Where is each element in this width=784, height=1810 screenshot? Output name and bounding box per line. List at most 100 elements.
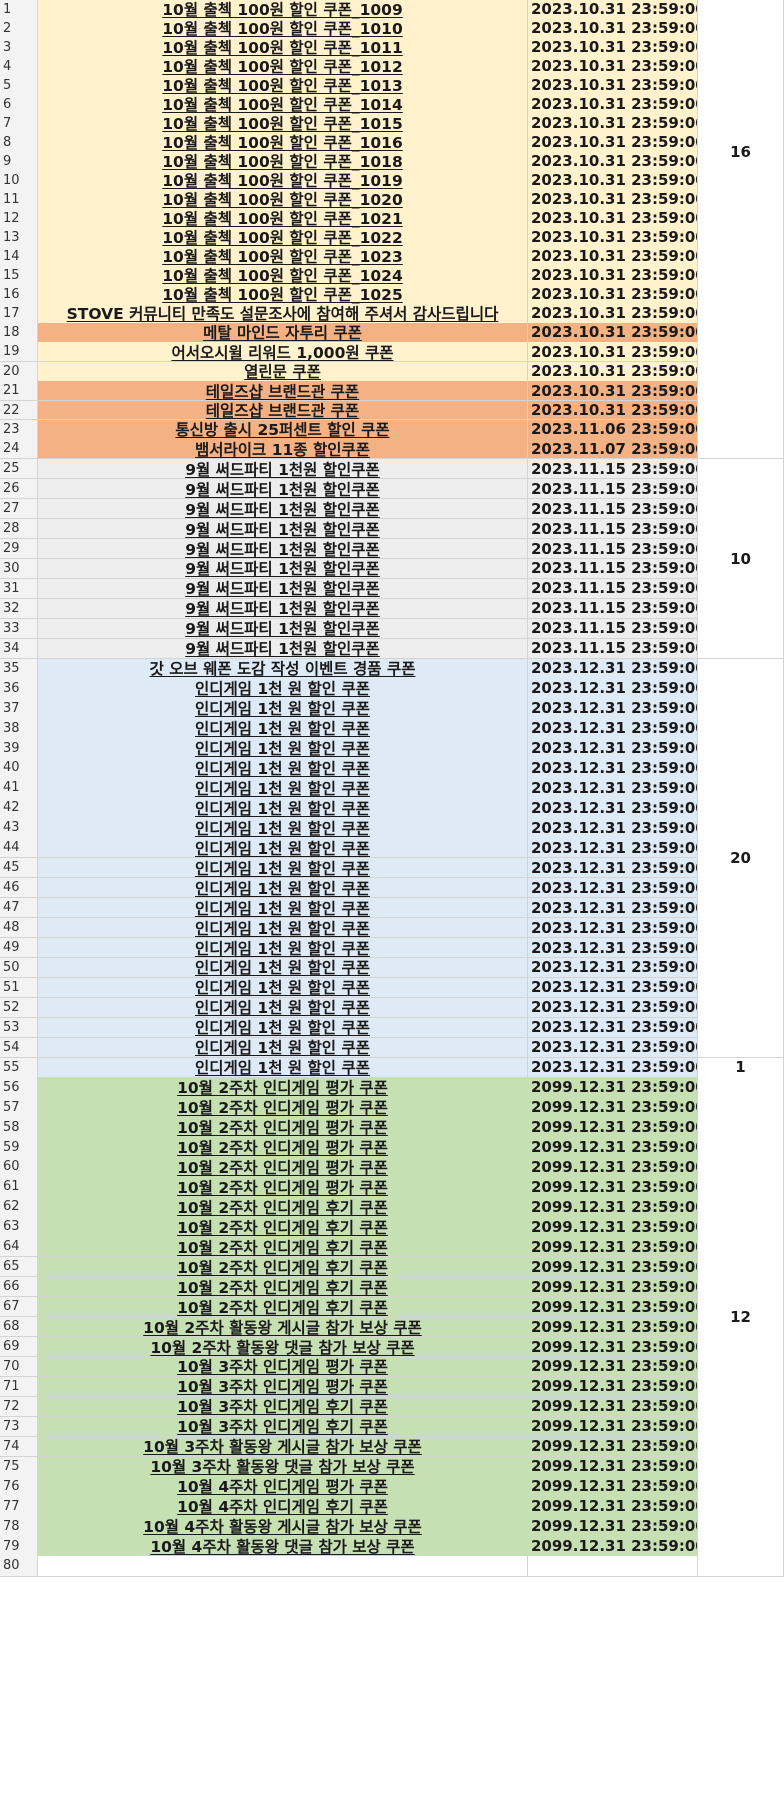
coupon-name-cell[interactable]: 인디게임 1천 원 할인 쿠폰 (38, 698, 528, 719)
coupon-name-cell[interactable]: 10월 출첵 100원 할인 쿠폰_1018 (38, 152, 528, 172)
coupon-name-cell[interactable]: 10월 4주차 활동왕 게시글 참가 보상 쿠폰 (38, 1516, 528, 1537)
coupon-name-cell[interactable]: 10월 4주차 활동왕 댓글 참가 보상 쿠폰 (38, 1536, 528, 1557)
row-header[interactable]: 55 (0, 1057, 38, 1078)
expiry-date-cell[interactable]: 2023.10.31 23:59:00 (528, 190, 698, 210)
expiry-date-cell[interactable]: 2023.10.31 23:59:00 (528, 323, 698, 343)
coupon-name-cell[interactable]: 인디게임 1천 원 할인 쿠폰 (38, 718, 528, 739)
row-header[interactable]: 57 (0, 1097, 38, 1118)
row-header[interactable]: 72 (0, 1396, 38, 1418)
coupon-name-cell[interactable]: 10월 출첵 100원 할인 쿠폰_1013 (38, 76, 528, 96)
coupon-name-cell[interactable]: 10월 2주차 인디게임 평가 쿠폰 (38, 1117, 528, 1138)
expiry-date-cell[interactable]: 2023.12.31 23:59:00 (528, 658, 698, 679)
expiry-date-cell[interactable]: 2099.12.31 23:59:00 (528, 1217, 698, 1238)
coupon-name-cell[interactable]: 10월 2주차 인디게임 후기 쿠폰 (38, 1296, 528, 1318)
row-header[interactable]: 51 (0, 977, 38, 999)
coupon-name-cell[interactable]: 인디게임 1천 원 할인 쿠폰 (38, 838, 528, 859)
expiry-date-cell[interactable]: 2099.12.31 23:59:00 (528, 1416, 698, 1438)
row-header[interactable]: 43 (0, 818, 38, 839)
row-header[interactable]: 62 (0, 1197, 38, 1218)
expiry-date-cell[interactable]: 2099.12.31 23:59:00 (528, 1536, 698, 1557)
coupon-name-cell[interactable]: 테일즈샵 브랜드관 쿠폰 (38, 381, 528, 402)
coupon-name-cell[interactable]: 10월 출첵 100원 할인 쿠폰_1025 (38, 285, 528, 305)
row-header[interactable]: 69 (0, 1336, 38, 1358)
expiry-date-cell[interactable]: 2023.10.31 23:59:00 (528, 133, 698, 153)
expiry-date-cell[interactable]: 2023.12.31 23:59:00 (528, 937, 698, 959)
coupon-name-cell[interactable]: 9월 써드파티 1천원 할인쿠폰 (38, 638, 528, 659)
row-header[interactable]: 77 (0, 1496, 38, 1517)
row-header[interactable]: 74 (0, 1436, 38, 1457)
row-header[interactable]: 70 (0, 1356, 38, 1378)
coupon-name-cell[interactable]: 10월 2주차 인디게임 평가 쿠폰 (38, 1077, 528, 1098)
expiry-date-cell[interactable]: 2099.12.31 23:59:00 (528, 1117, 698, 1138)
coupon-name-cell[interactable]: 인디게임 1천 원 할인 쿠폰 (38, 1017, 528, 1039)
coupon-name-cell[interactable]: 10월 출첵 100원 할인 쿠폰_1015 (38, 114, 528, 134)
row-header[interactable]: 9 (0, 152, 38, 172)
row-header[interactable]: 4 (0, 57, 38, 77)
coupon-name-cell[interactable]: 10월 2주차 인디게임 평가 쿠폰 (38, 1097, 528, 1118)
coupon-name-cell[interactable]: 인디게임 1천 원 할인 쿠폰 (38, 778, 528, 799)
expiry-date-cell[interactable]: 2099.12.31 23:59:00 (528, 1376, 698, 1398)
row-header[interactable]: 76 (0, 1476, 38, 1497)
expiry-date-cell[interactable]: 2023.12.31 23:59:00 (528, 718, 698, 739)
coupon-name-cell[interactable]: 10월 출첵 100원 할인 쿠폰_1011 (38, 38, 528, 58)
coupon-name-cell[interactable]: 인디게임 1천 원 할인 쿠폰 (38, 937, 528, 959)
expiry-date-cell[interactable]: 2023.10.31 23:59:00 (528, 381, 698, 402)
row-header[interactable]: 39 (0, 738, 38, 759)
row-header[interactable]: 19 (0, 342, 38, 363)
row-header[interactable]: 2 (0, 19, 38, 39)
expiry-date-cell[interactable]: 2099.12.31 23:59:00 (528, 1396, 698, 1418)
expiry-date-cell[interactable]: 2099.12.31 23:59:00 (528, 1356, 698, 1378)
row-header[interactable]: 30 (0, 558, 38, 580)
coupon-name-cell[interactable]: 인디게임 1천 원 할인 쿠폰 (38, 758, 528, 779)
coupon-name-cell[interactable]: 10월 3주차 인디게임 후기 쿠폰 (38, 1396, 528, 1418)
row-header[interactable]: 42 (0, 798, 38, 819)
row-header[interactable]: 29 (0, 538, 38, 560)
coupon-name-cell[interactable]: 통신방 출시 25퍼센트 할인 쿠폰 (38, 420, 528, 440)
coupon-name-cell[interactable]: 10월 4주차 인디게임 평가 쿠폰 (38, 1476, 528, 1497)
expiry-date-cell[interactable]: 2023.12.31 23:59:00 (528, 917, 698, 939)
expiry-date-cell[interactable]: 2023.12.31 23:59:00 (528, 778, 698, 799)
coupon-name-cell[interactable]: 9월 써드파티 1천원 할인쿠폰 (38, 618, 528, 640)
expiry-date-cell[interactable]: 2023.12.31 23:59:00 (528, 1017, 698, 1039)
expiry-date-cell[interactable]: 2023.10.31 23:59:00 (528, 57, 698, 77)
row-header[interactable]: 60 (0, 1157, 38, 1178)
row-header[interactable]: 25 (0, 459, 38, 480)
coupon-name-cell[interactable]: 인디게임 1천 원 할인 쿠폰 (38, 818, 528, 839)
row-header[interactable]: 36 (0, 678, 38, 699)
expiry-date-cell[interactable]: 2023.12.31 23:59:00 (528, 897, 698, 919)
expiry-date-cell[interactable]: 2099.12.31 23:59:00 (528, 1177, 698, 1198)
row-header[interactable]: 63 (0, 1217, 38, 1238)
coupon-name-cell[interactable]: 10월 출첵 100원 할인 쿠폰_1014 (38, 95, 528, 115)
expiry-date-cell[interactable]: 2023.11.15 23:59:00 (528, 478, 698, 500)
expiry-date-cell[interactable]: 2023.11.15 23:59:00 (528, 578, 698, 600)
row-header[interactable]: 73 (0, 1416, 38, 1438)
expiry-date-cell[interactable]: 2099.12.31 23:59:00 (528, 1336, 698, 1358)
coupon-name-cell[interactable]: 테일즈샵 브랜드관 쿠폰 (38, 400, 528, 421)
group-count-cell[interactable] (698, 1556, 784, 1577)
expiry-date-cell[interactable]: 2099.12.31 23:59:00 (528, 1157, 698, 1178)
coupon-name-cell[interactable]: 9월 써드파티 1천원 할인쿠폰 (38, 518, 528, 540)
expiry-date-cell[interactable]: 2023.10.31 23:59:00 (528, 114, 698, 134)
coupon-name-cell[interactable]: 10월 2주차 인디게임 후기 쿠폰 (38, 1276, 528, 1298)
row-header[interactable]: 66 (0, 1276, 38, 1298)
expiry-date-cell[interactable]: 2023.12.31 23:59:00 (528, 758, 698, 779)
coupon-name-cell[interactable]: 10월 2주차 인디게임 후기 쿠폰 (38, 1217, 528, 1238)
expiry-date-cell[interactable]: 2023.10.31 23:59:00 (528, 38, 698, 58)
row-header[interactable]: 52 (0, 997, 38, 1019)
expiry-date-cell[interactable]: 2023.11.15 23:59:00 (528, 618, 698, 640)
coupon-name-cell[interactable]: 10월 4주차 인디게임 후기 쿠폰 (38, 1496, 528, 1517)
row-header[interactable]: 78 (0, 1516, 38, 1537)
row-header[interactable]: 1 (0, 0, 38, 20)
coupon-name-cell[interactable] (38, 1556, 528, 1577)
group-count-cell[interactable]: 10 (698, 459, 784, 659)
expiry-date-cell[interactable] (528, 1556, 698, 1577)
row-header[interactable]: 58 (0, 1117, 38, 1138)
expiry-date-cell[interactable]: 2099.12.31 23:59:00 (528, 1077, 698, 1098)
expiry-date-cell[interactable]: 2023.12.31 23:59:00 (528, 858, 698, 879)
expiry-date-cell[interactable]: 2023.12.31 23:59:00 (528, 997, 698, 1019)
expiry-date-cell[interactable]: 2023.10.31 23:59:00 (528, 171, 698, 191)
row-header[interactable]: 32 (0, 598, 38, 620)
group-count-cell[interactable]: 20 (698, 658, 784, 1058)
row-header[interactable]: 33 (0, 618, 38, 640)
coupon-name-cell[interactable]: 인디게임 1천 원 할인 쿠폰 (38, 858, 528, 879)
